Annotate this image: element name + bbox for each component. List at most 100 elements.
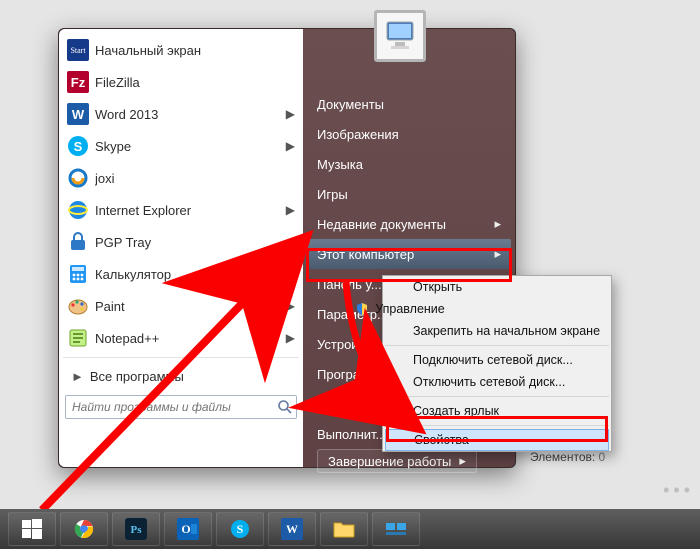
pinned-pgp[interactable]: PGP Tray: [61, 226, 301, 258]
separator: [385, 396, 609, 397]
monitors-icon: [385, 520, 407, 538]
highlight-box-this-pc: [306, 248, 512, 282]
ctx-label: Закрепить на начальном экране: [413, 324, 600, 338]
pinned-paint[interactable]: Paint ▶: [61, 290, 301, 322]
start-tile-icon: Start: [67, 39, 89, 61]
ctx-manage[interactable]: Управление: [383, 298, 421, 320]
start-right-games[interactable]: Игры: [307, 179, 511, 209]
svg-text:S: S: [237, 522, 244, 536]
highlight-box-properties: [386, 416, 608, 442]
start-right-label: Документы: [317, 97, 384, 112]
ie-icon: [67, 199, 89, 221]
start-button[interactable]: [8, 512, 56, 546]
chevron-right-icon: ▶: [286, 107, 295, 121]
status-elements: Элементов: 0: [530, 450, 605, 464]
start-right-label: Справка: [317, 397, 368, 412]
taskbar-outlook[interactable]: O: [164, 512, 212, 546]
shield-icon: [355, 302, 369, 316]
notepad-icon: [67, 327, 89, 349]
status-elements-label: Элементов:: [530, 450, 595, 464]
taskbar: Ps O S W: [0, 509, 700, 549]
svg-text:W: W: [286, 522, 298, 536]
start-right-label: Игры: [317, 187, 348, 202]
start-right-pictures[interactable]: Изображения: [307, 119, 511, 149]
pinned-label: Internet Explorer: [95, 203, 191, 218]
ctx-label: Открыть: [413, 280, 462, 294]
start-right-music[interactable]: Музыка: [307, 149, 511, 179]
svg-text:Ps: Ps: [131, 524, 143, 536]
calc-icon: [67, 263, 89, 285]
pgp-icon: [67, 231, 89, 253]
taskbar-desktop-manager[interactable]: [372, 512, 420, 546]
pinned-label: Paint: [95, 299, 125, 314]
filezilla-icon: Fz: [67, 71, 89, 93]
chevron-right-icon: ►: [71, 369, 84, 384]
search-input[interactable]: [65, 395, 297, 419]
ctx-label: Отключить сетевой диск...: [413, 375, 565, 389]
viewport: пуль. Ро Компьютер должно стоят управлен…: [0, 0, 700, 549]
start-right-label: Выполнит...: [317, 427, 386, 442]
start-right-recent[interactable]: Недавние документы ▸: [307, 209, 511, 239]
pinned-label: Начальный экран: [95, 43, 201, 58]
outlook-icon: O: [177, 518, 199, 540]
start-menu-left-pane: Start Начальный экран Fz FileZilla W Word 201…: [59, 29, 303, 467]
taskbar-photoshop[interactable]: Ps: [112, 512, 160, 546]
photoshop-icon: Ps: [125, 518, 147, 540]
search-bar: [65, 395, 297, 419]
pinned-notepadpp[interactable]: Notepad++ ▶: [61, 322, 301, 354]
svg-text:Start: Start: [70, 46, 86, 55]
status-elements-value: 0: [599, 450, 606, 464]
taskbar-chrome[interactable]: [60, 512, 108, 546]
chevron-right-icon: ▶: [286, 299, 295, 313]
start-right-label: Устройс...: [317, 337, 376, 352]
pinned-skype[interactable]: S Skype ▶: [61, 130, 301, 162]
pinned-filezilla[interactable]: Fz FileZilla: [61, 66, 301, 98]
pinned-start-screen[interactable]: Start Начальный экран: [61, 34, 301, 66]
taskbar-skype[interactable]: S: [216, 512, 264, 546]
all-programs[interactable]: ► Все программы: [61, 361, 301, 391]
chevron-right-icon: ▶: [286, 139, 295, 153]
shutdown-label: Завершение работы: [328, 454, 451, 469]
taskbar-word[interactable]: W: [268, 512, 316, 546]
start-right-label: Програм...: [317, 367, 380, 382]
pinned-label: Word 2013: [95, 107, 158, 122]
all-programs-label: Все программы: [90, 369, 184, 384]
pinned-label: joxi: [95, 171, 115, 186]
pinned-word[interactable]: W Word 2013 ▶: [61, 98, 301, 130]
pinned-joxi[interactable]: joxi: [61, 162, 301, 194]
start-right-label: Изображения: [317, 127, 399, 142]
chrome-icon: [73, 518, 95, 540]
pinned-label: PGP Tray: [95, 235, 151, 250]
shutdown-button[interactable]: Завершение работы ▸: [317, 449, 477, 473]
chevron-right-icon: ▸: [494, 216, 501, 232]
pinned-ie[interactable]: Internet Explorer▶: [61, 194, 301, 226]
pinned-calc[interactable]: Калькулятор: [61, 258, 301, 290]
ctx-disconnect-drive[interactable]: Отключить сетевой диск...: [383, 371, 611, 393]
start-right-documents[interactable]: Документы: [307, 89, 511, 119]
svg-text:O: O: [181, 522, 190, 536]
ctx-label: Подключить сетевой диск...: [413, 353, 573, 367]
shutdown-area: Завершение работы ▸: [307, 449, 511, 473]
ctx-pin[interactable]: Закрепить на начальном экране: [383, 320, 611, 342]
svg-text:W: W: [72, 107, 85, 122]
separator: [385, 345, 609, 346]
monitor-icon: [381, 18, 419, 54]
skype-icon: S: [67, 135, 89, 157]
start-right-label: Недавние документы: [317, 217, 446, 232]
word-icon: W: [67, 103, 89, 125]
paint-icon: [67, 295, 89, 317]
windows-logo-icon: [21, 518, 43, 540]
ctx-map-drive[interactable]: Подключить сетевой диск...: [383, 349, 611, 371]
pinned-label: Notepad++: [95, 331, 159, 346]
user-picture[interactable]: [374, 10, 426, 62]
word-icon: W: [281, 518, 303, 540]
pinned-label: FileZilla: [95, 75, 140, 90]
chevron-right-icon: ▶: [286, 331, 295, 345]
svg-text:Fz: Fz: [71, 75, 86, 90]
pinned-label: Skype: [95, 139, 131, 154]
taskbar-explorer[interactable]: [320, 512, 368, 546]
folder-icon: [333, 520, 355, 538]
resize-grip-icon: •••: [663, 480, 694, 501]
ctx-label: Управление: [375, 302, 445, 316]
joxi-icon: [67, 167, 89, 189]
